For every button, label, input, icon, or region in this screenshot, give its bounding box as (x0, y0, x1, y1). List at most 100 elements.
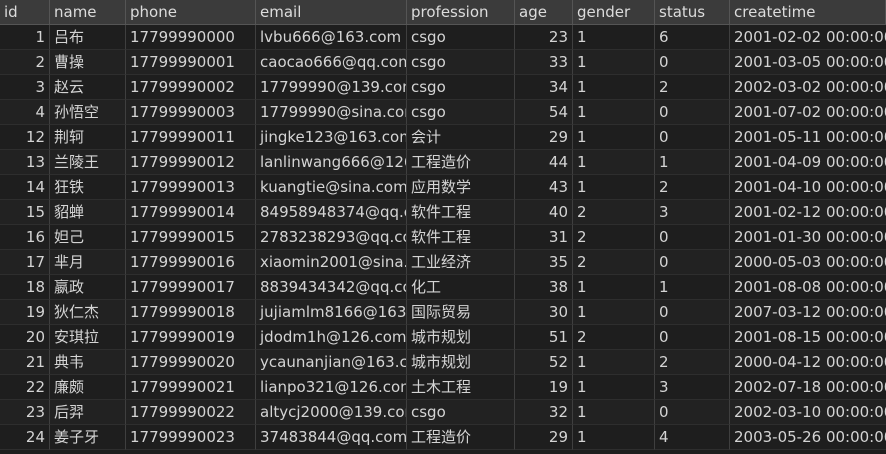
table-row[interactable]: 4 孙悟空 17799990003 17799990@sina.com csgo… (0, 100, 886, 125)
cell-age[interactable]: 44 (515, 150, 573, 175)
table-row[interactable]: 24 姜子牙 17799990023 37483844@qq.com 工程造价 … (0, 425, 886, 450)
cell-profession[interactable]: 工程造价 (407, 425, 515, 450)
cell-gender[interactable]: 1 (573, 50, 655, 75)
cell-id[interactable]: 4 (0, 100, 50, 125)
cell-createtime[interactable]: 2000-04-12 00:00:00 (730, 350, 886, 375)
cell-id[interactable]: 19 (0, 300, 50, 325)
cell-status[interactable]: 3 (655, 375, 730, 400)
cell-createtime[interactable]: 2001-03-05 00:00:00 (730, 50, 886, 75)
cell-profession[interactable]: 会计 (407, 125, 515, 150)
cell-createtime[interactable]: 2001-05-11 00:00:00 (730, 125, 886, 150)
cell-id[interactable]: 20 (0, 325, 50, 350)
cell-status[interactable]: 2 (655, 350, 730, 375)
cell-id[interactable]: 17 (0, 250, 50, 275)
cell-phone[interactable]: 17799990020 (126, 350, 256, 375)
cell-createtime[interactable]: 2001-08-08 00:00:00 (730, 275, 886, 300)
cell-email[interactable]: lvbu666@163.com (256, 25, 407, 50)
cell-profession[interactable]: csgo (407, 25, 515, 50)
cell-gender[interactable]: 1 (573, 150, 655, 175)
cell-status[interactable]: 0 (655, 50, 730, 75)
cell-email[interactable]: jujiamlm8166@163.com (256, 300, 407, 325)
cell-profession[interactable]: 应用数学 (407, 175, 515, 200)
cell-gender[interactable]: 1 (573, 350, 655, 375)
cell-profession[interactable]: 城市规划 (407, 325, 515, 350)
column-header-status[interactable]: status (655, 0, 730, 25)
cell-status[interactable]: 0 (655, 225, 730, 250)
cell-phone[interactable]: 17799990016 (126, 250, 256, 275)
cell-gender[interactable]: 1 (573, 425, 655, 450)
table-row[interactable]: 2 曹操 17799990001 caocao666@qq.com csgo 3… (0, 50, 886, 75)
cell-profession[interactable]: 工业经济 (407, 250, 515, 275)
cell-profession[interactable]: 城市规划 (407, 350, 515, 375)
cell-email[interactable]: 37483844@qq.com (256, 425, 407, 450)
cell-email[interactable]: altycj2000@139.com (256, 400, 407, 425)
cell-id[interactable]: 3 (0, 75, 50, 100)
cell-gender[interactable]: 1 (573, 300, 655, 325)
cell-phone[interactable]: 17799990001 (126, 50, 256, 75)
cell-email[interactable]: lianpo321@126.com (256, 375, 407, 400)
cell-profession[interactable]: csgo (407, 50, 515, 75)
table-row[interactable]: 20 安琪拉 17799990019 jdodm1h@126.com 城市规划 … (0, 325, 886, 350)
cell-gender[interactable]: 1 (573, 75, 655, 100)
cell-age[interactable]: 51 (515, 325, 573, 350)
cell-id[interactable]: 18 (0, 275, 50, 300)
cell-name[interactable]: 嬴政 (50, 275, 126, 300)
cell-createtime[interactable]: 2001-04-09 00:00:00 (730, 150, 886, 175)
cell-profession[interactable]: 土木工程 (407, 375, 515, 400)
cell-status[interactable]: 3 (655, 200, 730, 225)
cell-name[interactable]: 貂蝉 (50, 200, 126, 225)
cell-email[interactable]: 17799990@139.com (256, 75, 407, 100)
cell-profession[interactable]: csgo (407, 400, 515, 425)
column-header-phone[interactable]: phone (126, 0, 256, 25)
cell-age[interactable]: 40 (515, 200, 573, 225)
cell-phone[interactable]: 17799990003 (126, 100, 256, 125)
cell-gender[interactable]: 2 (573, 225, 655, 250)
cell-id[interactable]: 2 (0, 50, 50, 75)
cell-name[interactable]: 赵云 (50, 75, 126, 100)
cell-status[interactable]: 2 (655, 75, 730, 100)
cell-age[interactable]: 52 (515, 350, 573, 375)
cell-status[interactable]: 0 (655, 250, 730, 275)
cell-age[interactable]: 30 (515, 300, 573, 325)
cell-createtime[interactable]: 2002-03-10 00:00:00 (730, 400, 886, 425)
cell-phone[interactable]: 17799990015 (126, 225, 256, 250)
cell-phone[interactable]: 17799990014 (126, 200, 256, 225)
cell-name[interactable]: 芈月 (50, 250, 126, 275)
cell-createtime[interactable]: 2001-04-10 00:00:00 (730, 175, 886, 200)
cell-gender[interactable]: 2 (573, 325, 655, 350)
cell-phone[interactable]: 17799990022 (126, 400, 256, 425)
cell-gender[interactable]: 1 (573, 100, 655, 125)
cell-name[interactable]: 狂铁 (50, 175, 126, 200)
cell-createtime[interactable]: 2002-07-18 00:00:00 (730, 375, 886, 400)
cell-id[interactable]: 22 (0, 375, 50, 400)
cell-createtime[interactable]: 2000-05-03 00:00:00 (730, 250, 886, 275)
cell-name[interactable]: 荆轲 (50, 125, 126, 150)
table-row[interactable]: 3 赵云 17799990002 17799990@139.com csgo 3… (0, 75, 886, 100)
cell-email[interactable]: caocao666@qq.com (256, 50, 407, 75)
cell-email[interactable]: ycaunanjian@163.com (256, 350, 407, 375)
cell-profession[interactable]: 软件工程 (407, 200, 515, 225)
cell-status[interactable]: 0 (655, 100, 730, 125)
cell-phone[interactable]: 17799990012 (126, 150, 256, 175)
cell-status[interactable]: 2 (655, 175, 730, 200)
cell-gender[interactable]: 1 (573, 375, 655, 400)
table-row[interactable]: 14 狂铁 17799990013 kuangtie@sina.com 应用数学… (0, 175, 886, 200)
cell-status[interactable]: 1 (655, 150, 730, 175)
cell-name[interactable]: 曹操 (50, 50, 126, 75)
cell-name[interactable]: 安琪拉 (50, 325, 126, 350)
cell-id[interactable]: 13 (0, 150, 50, 175)
cell-age[interactable]: 29 (515, 425, 573, 450)
cell-phone[interactable]: 17799990011 (126, 125, 256, 150)
cell-email[interactable]: kuangtie@sina.com (256, 175, 407, 200)
cell-name[interactable]: 孙悟空 (50, 100, 126, 125)
cell-gender[interactable]: 1 (573, 125, 655, 150)
cell-id[interactable]: 24 (0, 425, 50, 450)
column-header-name[interactable]: name (50, 0, 126, 25)
cell-email[interactable]: jingke123@163.com (256, 125, 407, 150)
cell-email[interactable]: 17799990@sina.com (256, 100, 407, 125)
table-row[interactable]: 12 荆轲 17799990011 jingke123@163.com 会计 2… (0, 125, 886, 150)
cell-phone[interactable]: 17799990002 (126, 75, 256, 100)
table-row[interactable]: 21 典韦 17799990020 ycaunanjian@163.com 城市… (0, 350, 886, 375)
cell-phone[interactable]: 17799990023 (126, 425, 256, 450)
cell-age[interactable]: 29 (515, 125, 573, 150)
